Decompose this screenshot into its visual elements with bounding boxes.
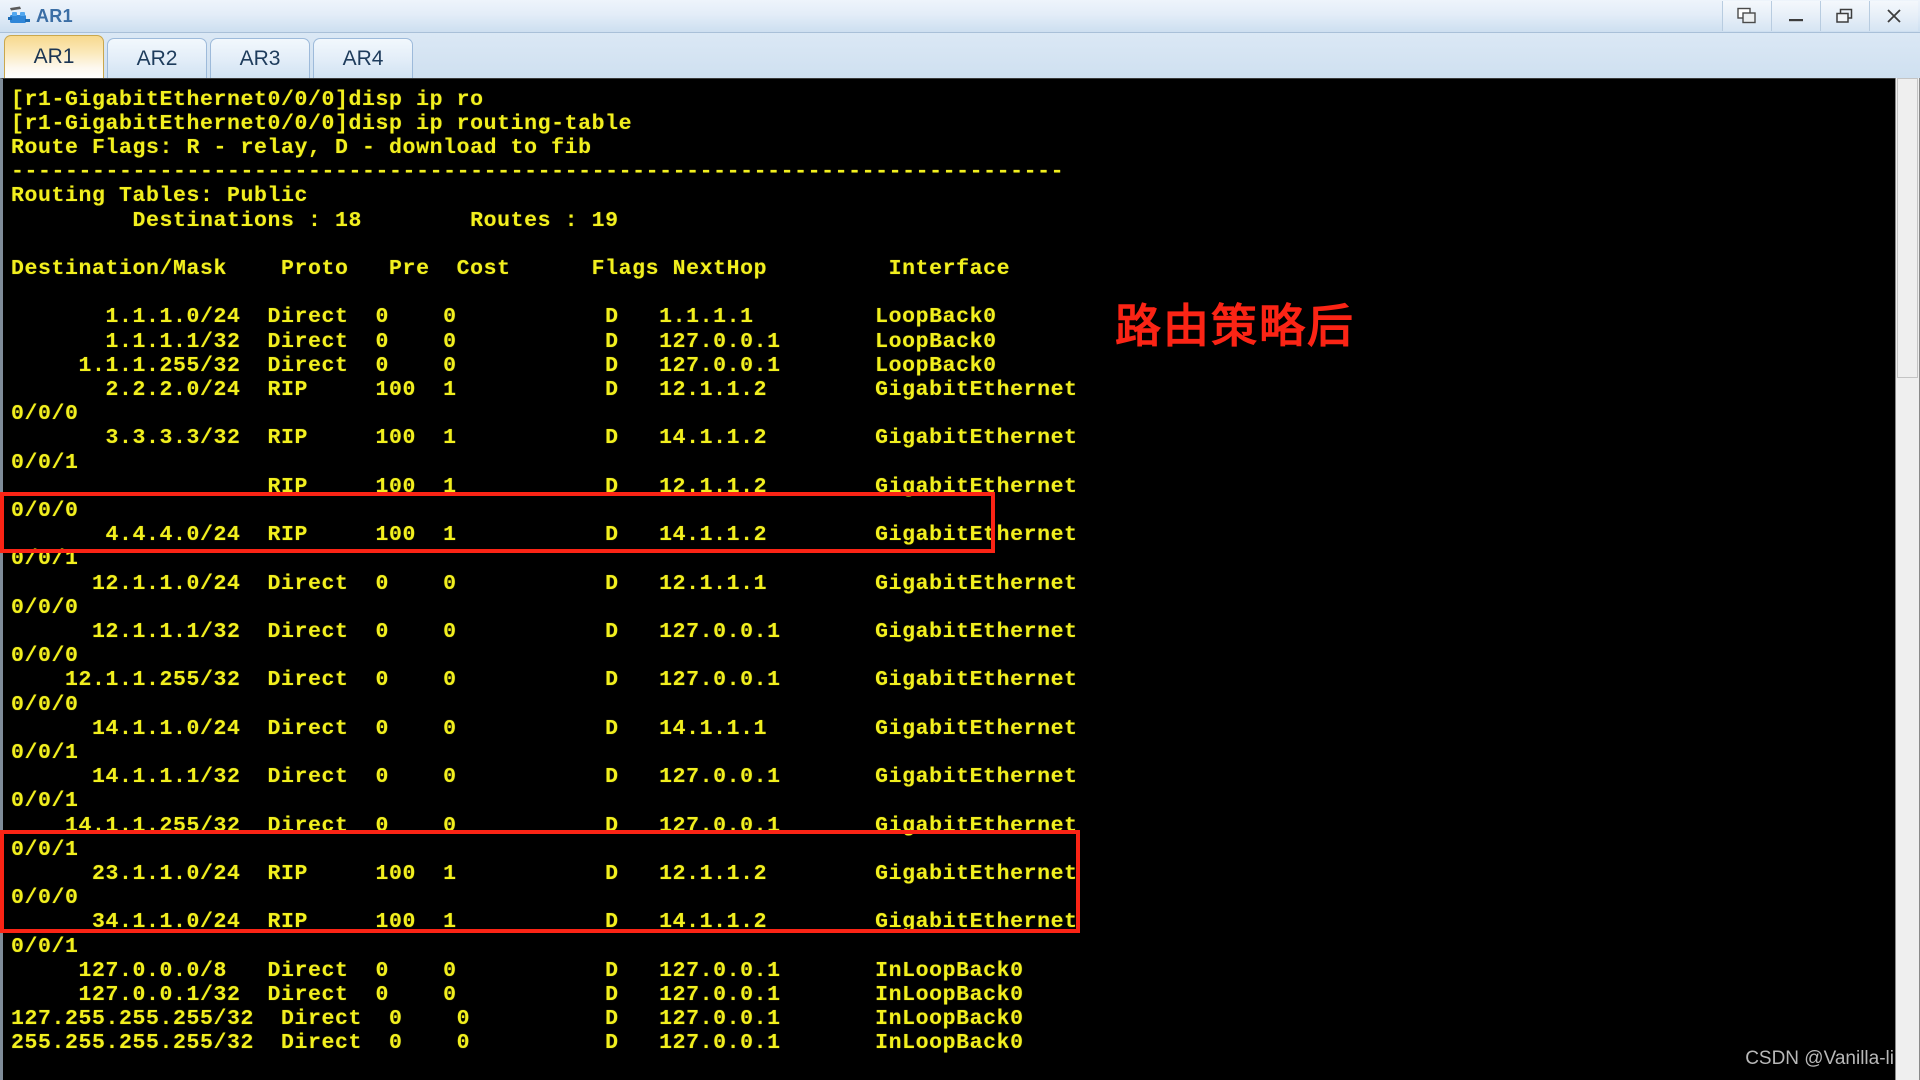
terminal-scrollbar-thumb[interactable] xyxy=(1897,78,1918,378)
close-icon xyxy=(1883,6,1905,26)
tab-ar4[interactable]: AR4 xyxy=(313,38,413,78)
cascade-windows-icon xyxy=(1736,6,1758,26)
minimize-icon xyxy=(1785,6,1807,26)
terminal-output: [r1-GigabitEthernet0/0/0]disp ip ro [r1-… xyxy=(11,87,1078,1056)
minimize-button[interactable] xyxy=(1771,1,1820,31)
cascade-windows-button[interactable] xyxy=(1722,1,1771,31)
window-controls xyxy=(1722,1,1918,31)
title-bar: AR1 xyxy=(0,0,1920,33)
router-icon xyxy=(6,4,32,28)
tab-ar2[interactable]: AR2 xyxy=(107,38,207,78)
restore-button[interactable] xyxy=(1820,1,1869,31)
watermark: CSDN @Vanilla-li xyxy=(1745,1048,1894,1069)
restore-icon xyxy=(1834,6,1856,26)
terminal-viewport[interactable]: [r1-GigabitEthernet0/0/0]disp ip ro [r1-… xyxy=(3,79,1895,1080)
window-title: AR1 xyxy=(36,5,73,26)
annotation-label: 路由策略后 xyxy=(1115,299,1355,353)
tab-ar3-label: AR3 xyxy=(239,46,281,70)
close-button[interactable] xyxy=(1869,1,1918,31)
tab-ar4-label: AR4 xyxy=(342,46,384,70)
emulator-window: AR1 AR1 AR2 AR3 AR4 [r1-GigabitEthernet0… xyxy=(0,0,1920,1080)
tab-ar2-label: AR2 xyxy=(136,46,178,70)
tab-ar1[interactable]: AR1 xyxy=(4,35,104,78)
terminal-panel[interactable]: [r1-GigabitEthernet0/0/0]disp ip ro [r1-… xyxy=(0,78,1920,1080)
tab-ar3[interactable]: AR3 xyxy=(210,38,310,78)
terminal-scrollbar[interactable] xyxy=(1895,78,1920,1080)
device-tab-strip: AR1 AR2 AR3 AR4 xyxy=(0,33,1920,78)
tab-ar1-label: AR1 xyxy=(33,45,75,68)
